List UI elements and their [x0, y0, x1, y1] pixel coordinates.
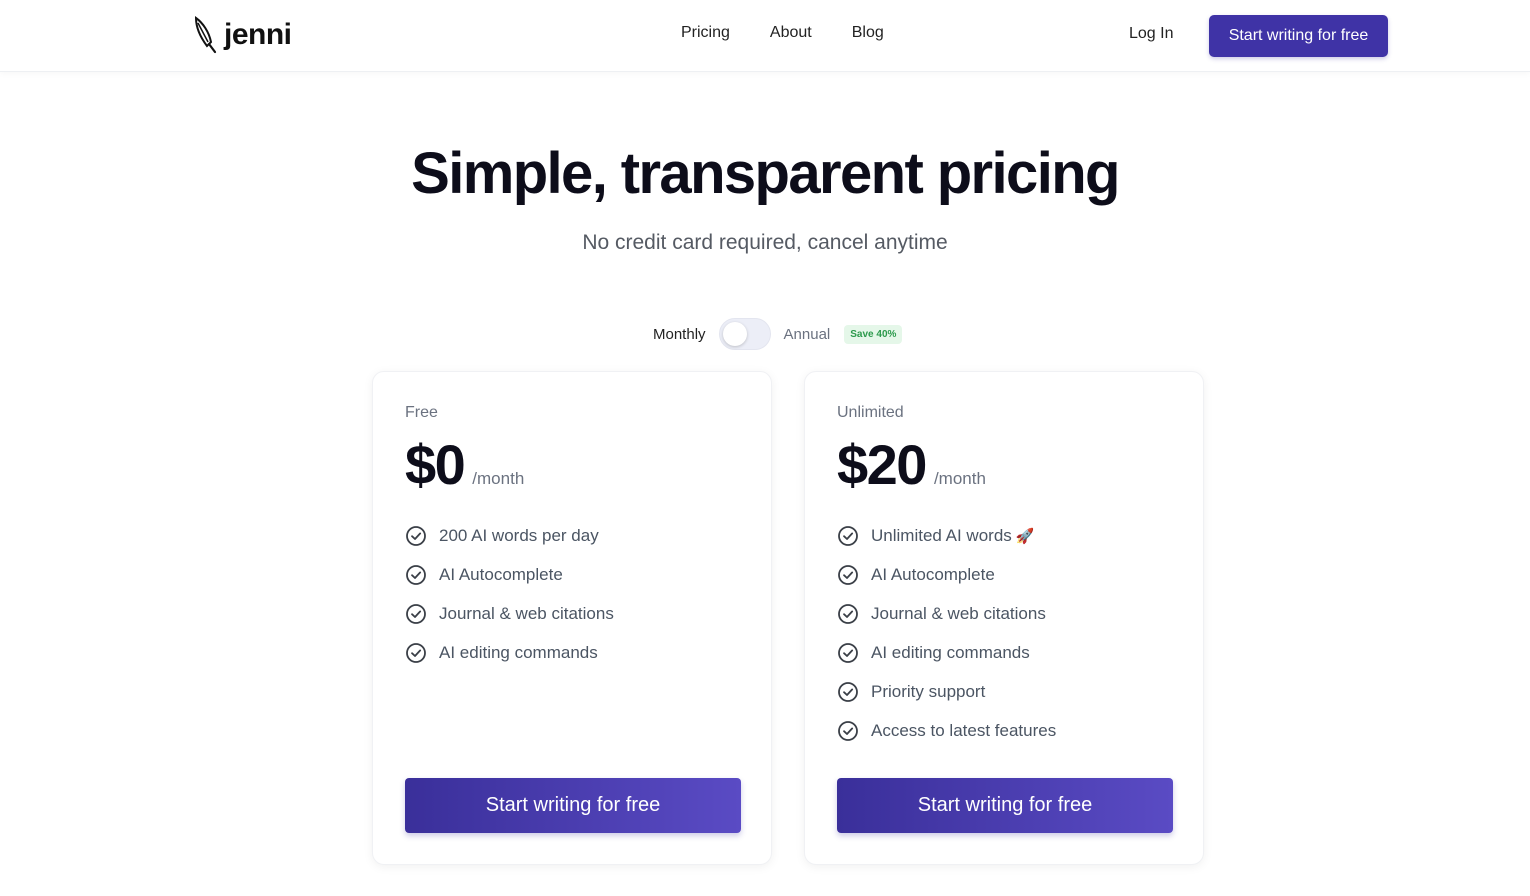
check-circle-icon — [838, 564, 858, 585]
check-circle-icon — [406, 642, 426, 663]
start-writing-button-free[interactable]: Start writing for free — [405, 778, 741, 833]
feature-text: AI editing commands — [871, 642, 1030, 662]
plan-price: $20 — [837, 433, 927, 496]
rocket-icon: 🚀 — [1015, 527, 1035, 545]
feature-item: Journal & web citations — [405, 594, 614, 633]
plan-card-free: Free $0 /month 200 AI words per day AI A… — [372, 371, 772, 865]
billing-monthly-label: Monthly — [653, 325, 706, 343]
feature-list: Unlimited AI words 🚀 AI Autocomplete Jou… — [837, 516, 1056, 750]
nav-link-blog[interactable]: Blog — [852, 24, 884, 42]
page-title: Simple, transparent pricing — [411, 141, 1120, 206]
feather-pen-icon — [194, 16, 217, 54]
main-nav: Pricing About Blog — [681, 24, 884, 42]
save-badge: Save 40% — [844, 324, 903, 344]
billing-toggle[interactable] — [718, 318, 771, 350]
feature-text: AI editing commands — [439, 642, 598, 662]
feature-item: Journal & web citations — [837, 594, 1056, 633]
check-circle-icon — [838, 681, 858, 702]
feature-item: AI Autocomplete — [837, 555, 1056, 594]
billing-period-selector: Monthly Annual Save 40% — [653, 317, 903, 351]
price-row: $20 /month — [837, 432, 986, 497]
feature-text: 200 AI words per day — [439, 525, 599, 545]
feature-item: AI Autocomplete — [405, 555, 614, 594]
billing-annual-label: Annual — [783, 325, 831, 343]
page-subtitle: No credit card required, cancel anytime — [582, 231, 948, 254]
feature-text: Access to latest features — [871, 720, 1057, 740]
price-period: /month — [933, 469, 986, 488]
check-circle-icon — [838, 720, 858, 741]
toggle-knob — [722, 322, 747, 346]
price-row: $0 /month — [405, 432, 524, 497]
login-link[interactable]: Log In — [1129, 25, 1173, 43]
check-circle-icon — [406, 525, 426, 546]
check-circle-icon — [406, 564, 426, 585]
logo[interactable]: jenni — [190, 14, 292, 56]
check-circle-icon — [838, 525, 858, 546]
feature-item: Priority support — [837, 672, 1056, 711]
price-period: /month — [472, 469, 525, 488]
feature-item: Access to latest features — [837, 711, 1056, 750]
feature-text: Journal & web citations — [439, 603, 614, 623]
plan-name: Unlimited — [837, 404, 904, 421]
top-nav-bar: jenni Pricing About Blog Log In Start wr… — [0, 0, 1530, 72]
check-circle-icon — [838, 642, 858, 663]
check-circle-icon — [406, 603, 426, 624]
feature-text: AI Autocomplete — [871, 564, 995, 584]
feature-item: 200 AI words per day — [405, 516, 614, 555]
feature-item: Unlimited AI words 🚀 — [837, 516, 1056, 555]
start-writing-button-unlimited[interactable]: Start writing for free — [837, 778, 1173, 833]
feature-text: Priority support — [871, 681, 986, 701]
feature-text: Journal & web citations — [871, 603, 1046, 623]
feature-text: Unlimited AI words — [871, 525, 1012, 545]
feature-list: 200 AI words per day AI Autocomplete Jou… — [405, 516, 614, 672]
start-writing-button-header[interactable]: Start writing for free — [1209, 15, 1388, 57]
plan-price: $0 — [405, 433, 466, 496]
check-circle-icon — [838, 603, 858, 624]
logo-text: jenni — [224, 18, 292, 51]
feature-item: AI editing commands — [837, 633, 1056, 672]
feature-item: AI editing commands — [405, 633, 614, 672]
plan-card-unlimited: Unlimited $20 /month Unlimited AI words … — [804, 371, 1204, 865]
plan-name: Free — [405, 404, 438, 421]
nav-link-about[interactable]: About — [770, 24, 812, 42]
nav-link-pricing[interactable]: Pricing — [681, 24, 730, 42]
feature-text: AI Autocomplete — [439, 564, 563, 584]
